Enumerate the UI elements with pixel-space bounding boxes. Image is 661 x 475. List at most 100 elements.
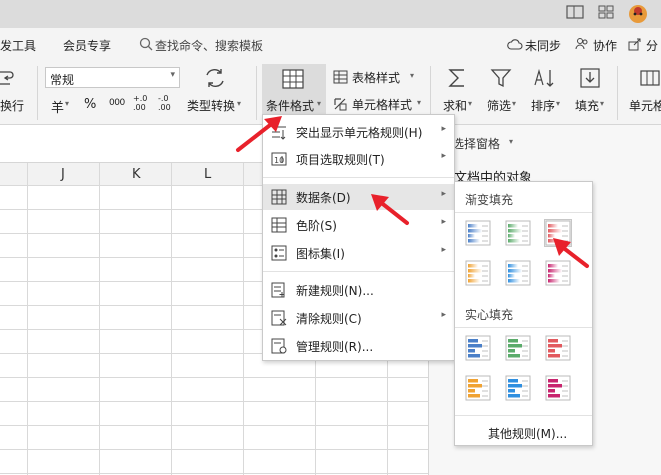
cell-button[interactable]: 单元格 <box>629 97 661 114</box>
chevron-right-icon: ▸ <box>441 245 446 255</box>
menu-item-color-scales[interactable]: 色阶(S) ▸ <box>263 212 454 238</box>
filter-button[interactable]: 筛选 <box>487 97 511 114</box>
clear-rules-icon <box>271 310 287 326</box>
select-pane-title[interactable]: 选择窗格 <box>452 135 500 152</box>
chevron-down-icon: ▾ <box>417 98 422 107</box>
chevron-down-icon: ▾ <box>410 71 415 80</box>
percent-button[interactable]: % <box>84 97 96 112</box>
chevron-down-icon: ▾ <box>468 99 473 108</box>
increase-decimal-button[interactable]: +.0 .00 <box>133 94 153 112</box>
collab-button[interactable]: 协作 <box>593 37 617 54</box>
chevron-down-icon: ▾ <box>600 99 605 108</box>
gradient-fill-heading: 渐变填充 <box>465 193 514 207</box>
menu-item-label: 项目选取规则(T) <box>296 153 385 167</box>
column-header-k[interactable]: K <box>132 167 141 182</box>
menu-item-highlight-rules[interactable]: 突出显示单元格规则(H) ▸ <box>263 119 454 145</box>
menu-item-data-bars[interactable]: 数据条(D) ▸ <box>263 184 454 210</box>
search-icon[interactable] <box>139 37 153 51</box>
cell-style-icon <box>333 97 348 111</box>
svg-text:10: 10 <box>274 156 284 165</box>
sum-icon <box>447 67 467 89</box>
filter-icon <box>490 67 512 89</box>
sum-button[interactable]: 求和 <box>443 97 467 114</box>
gradient-lightblue-data-bar-option[interactable] <box>505 260 531 286</box>
data-bars-submenu: 渐变填充 实心填充 其他规则(M)... <box>454 181 593 446</box>
fill-button[interactable]: 填充 <box>575 97 599 114</box>
grid-line <box>0 425 428 426</box>
share-button[interactable]: 分 <box>646 37 658 54</box>
menu-item-icon-sets[interactable]: 图标集(I) ▸ <box>263 240 454 266</box>
data-bars-icon <box>271 189 287 205</box>
conditional-format-menu: 突出显示单元格规则(H) ▸ 10 项目选取规则(T) ▸ 数据条(D) ▸ 色… <box>262 114 455 361</box>
apps-grid-icon[interactable] <box>598 5 614 19</box>
table-grid-icon <box>282 69 304 89</box>
menu-separator <box>455 212 592 213</box>
title-bar <box>0 0 661 28</box>
solid-magenta-data-bar-option[interactable] <box>545 375 571 401</box>
menu-item-label: 新建规则(N)... <box>296 284 374 298</box>
red-arrow-cond-format <box>236 116 282 152</box>
menu-item-top-rules[interactable]: 10 项目选取规则(T) ▸ <box>263 146 454 172</box>
sync-status[interactable]: 未同步 <box>525 37 561 54</box>
chevron-right-icon: ▸ <box>441 217 446 227</box>
menu-item-label: 清除规则(C) <box>296 312 362 326</box>
tab-member[interactable]: 会员专享 <box>63 37 111 54</box>
gradient-blue-data-bar-option[interactable] <box>465 220 491 246</box>
menu-item-label: 数据条(D) <box>296 191 351 205</box>
table-style-icon <box>333 70 348 84</box>
solid-blue-data-bar-option[interactable] <box>465 335 491 361</box>
avatar[interactable] <box>627 2 649 24</box>
more-rules-item[interactable]: 其他规则(M)... <box>488 425 567 442</box>
wrap-text-button[interactable]: 换行 <box>0 97 24 114</box>
solid-orange-data-bar-option[interactable] <box>465 375 491 401</box>
menu-separator <box>455 415 592 416</box>
sort-button[interactable]: 排序 <box>531 97 555 114</box>
thousands-button[interactable]: 000 <box>109 98 125 108</box>
solid-red-data-bar-option[interactable] <box>545 335 571 361</box>
search-input[interactable]: 查找命令、搜索模板 <box>155 37 263 54</box>
divider <box>617 66 618 120</box>
red-arrow-data-bars <box>371 194 409 225</box>
chevron-right-icon: ▸ <box>441 124 446 134</box>
chevron-right-icon: ▸ <box>441 189 446 199</box>
chevron-down-icon: ▾ <box>237 99 242 108</box>
divider <box>37 66 38 120</box>
number-format-select[interactable]: 常规 ▾ <box>45 67 180 88</box>
chevron-down-icon: ▾ <box>509 137 514 146</box>
type-convert-button[interactable]: 类型转换 <box>187 97 235 114</box>
cell-icon <box>639 67 661 89</box>
menu-item-clear-rules[interactable]: 清除规则(C) ▸ <box>263 305 454 331</box>
fill-icon <box>579 67 601 89</box>
red-arrow-red-gradient <box>553 238 589 268</box>
menu-item-new-rule[interactable]: 新建规则(N)... <box>263 277 454 303</box>
divider <box>430 66 431 120</box>
solid-green-data-bar-option[interactable] <box>505 335 531 361</box>
wrap-text-icon[interactable] <box>0 68 14 90</box>
table-style-button[interactable]: 表格样式 <box>352 69 400 86</box>
window-icon[interactable] <box>566 5 584 19</box>
gradient-orange-data-bar-option[interactable] <box>465 260 491 286</box>
cell-style-button[interactable]: 单元格样式 <box>352 96 412 113</box>
solid-lightblue-data-bar-option[interactable] <box>505 375 531 401</box>
chevron-down-icon: ▾ <box>170 70 175 80</box>
color-scales-icon <box>271 217 287 233</box>
menu-separator <box>455 327 592 328</box>
gradient-green-data-bar-option[interactable] <box>505 220 531 246</box>
chevron-down-icon: ▾ <box>556 99 561 108</box>
number-format-value: 常规 <box>50 73 75 87</box>
grid-line <box>0 449 428 450</box>
menu-item-manage-rules[interactable]: 管理规则(R)... <box>263 333 454 359</box>
column-header-j[interactable]: J <box>61 167 65 182</box>
tab-developer-tools[interactable]: 发工具 <box>0 37 36 54</box>
column-header-l[interactable]: L <box>204 167 211 182</box>
type-convert-icon[interactable] <box>204 67 226 89</box>
currency-button[interactable]: 羊 <box>51 97 64 116</box>
grid-line <box>0 473 428 474</box>
menu-bar: 发工具 会员专享 查找命令、搜索模板 未同步 协作 分 <box>0 28 661 60</box>
decrease-decimal-button[interactable]: -.0 .00 <box>158 94 178 112</box>
menu-item-label: 图标集(I) <box>296 247 345 261</box>
menu-item-label: 突出显示单元格规则(H) <box>296 126 423 140</box>
share-icon <box>628 37 642 51</box>
chevron-down-icon: ▾ <box>317 99 322 108</box>
menu-separator <box>263 271 454 272</box>
